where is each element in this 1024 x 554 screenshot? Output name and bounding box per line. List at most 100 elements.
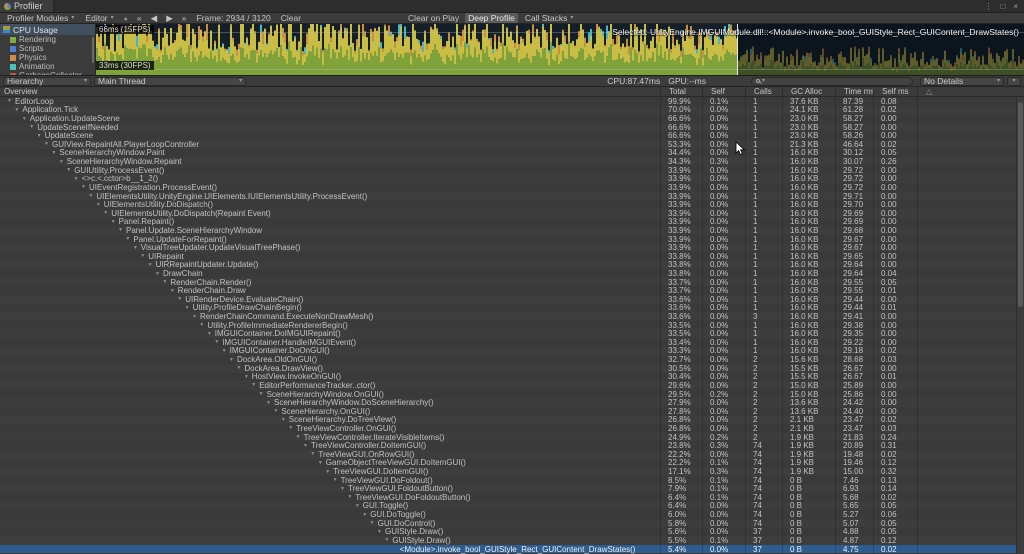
call-stacks-dropdown[interactable]: Call Stacks ▾ (521, 13, 578, 23)
close-icon[interactable]: × (1013, 2, 1018, 11)
table-row[interactable]: ▼ SceneHierarchy.DoTreeView() 26.8% 0.0% 2 2.… (0, 415, 1024, 424)
foldout-icon[interactable]: ▼ (168, 288, 177, 294)
foldout-icon[interactable]: ▼ (234, 365, 243, 371)
legend-item-rendering[interactable]: Rendering (0, 35, 95, 44)
table-row[interactable]: ▼ Panel.UpdateForRepaint() 33.9% 0.0% 1 16.0 … (0, 235, 1024, 244)
table-row[interactable]: ▼ UIElementsUtility.UnityEngine.UIElement… (0, 192, 1024, 201)
foldout-icon[interactable]: ▼ (308, 451, 317, 457)
table-row[interactable]: ▼ SceneHierarchy.OnGUI() 27.8% 0.0% 2 13.6 KB… (0, 407, 1024, 416)
table-row[interactable]: ▼ DockArea.OldOnGUI() 32.7% 0.0% 2 15.6 KB 28.… (0, 355, 1024, 364)
table-row[interactable]: ▼ <>c.<.cctor>b__1_2() 33.9% 0.0% 1 16.0 KB 29… (0, 174, 1024, 183)
table-row[interactable]: ▼ TreeViewController.IterateVisibleItems(… (0, 433, 1024, 442)
foldout-icon[interactable]: ▼ (27, 124, 36, 130)
table-row[interactable]: ▼ IMGUIContainer.DoIMGUIRepaint() 33.5% 0.0… (0, 329, 1024, 338)
table-row[interactable]: ▼ UIRepaint 33.8% 0.0% 1 16.0 KB 29.65 0.00 (0, 252, 1024, 261)
foldout-icon[interactable]: ▼ (227, 357, 236, 363)
table-row[interactable]: ▼ UIElementsUtility.DoDispatch() 33.9% 0.0%… (0, 200, 1024, 209)
foldout-icon[interactable]: ▼ (345, 494, 354, 500)
maximize-icon[interactable]: □ (1000, 2, 1005, 11)
table-row[interactable]: ▼ Application.UpdateScene 66.6% 0.0% 1 23.0 K… (0, 114, 1024, 123)
table-row[interactable]: ▼ SceneHierarchyWindow.OnGUI() 29.5% 0.2% 2 1… (0, 390, 1024, 399)
table-row[interactable]: ▼ TreeViewController.DoItemGUI() 23.8% 0.3%… (0, 441, 1024, 450)
foldout-icon[interactable]: ▼ (212, 339, 221, 345)
table-row[interactable]: ▼ GUIUtility.ProcessEvent() 33.9% 0.0% 1 16.0… (0, 166, 1024, 175)
table-row[interactable]: ▼ SceneHierarchyWindow.Repaint 34.3% 0.3% 1 1… (0, 157, 1024, 166)
foldout-icon[interactable]: ▼ (368, 520, 377, 526)
table-row[interactable]: ▼ RenderChain.Draw 33.7% 0.0% 1 16.0 KB 29.55 0… (0, 286, 1024, 295)
foldout-icon[interactable]: ▼ (20, 116, 29, 122)
foldout-icon[interactable]: ▼ (94, 202, 103, 208)
table-row[interactable]: <Module>.invoke_bool_GUIStyle_Rect_GUICo… (0, 545, 1024, 554)
column-time-ms[interactable]: Time ms ▾ (835, 87, 873, 96)
column-gc-alloc[interactable]: GC Alloc (782, 87, 835, 96)
foldout-icon[interactable]: ▼ (301, 443, 310, 449)
foldout-icon[interactable]: ▼ (249, 382, 258, 388)
foldout-icon[interactable]: ▼ (338, 486, 347, 492)
table-row[interactable]: ▼ GUI.DoToggle() 6.0% 0.0% 74 0 B 5.27 0.06 (0, 510, 1024, 519)
record-button[interactable]: ● (121, 13, 131, 23)
table-row[interactable]: ▼ Application.Tick 70.0% 0.0% 1 24.1 KB 61.28 0… (0, 105, 1024, 114)
deep-profile-toggle[interactable]: Deep Profile (465, 13, 518, 23)
cpu-chart[interactable]: 66ms (15FPS) 33ms (30FPS) Selected: Unit… (96, 24, 1024, 75)
foldout-icon[interactable]: ▼ (86, 193, 95, 199)
foldout-icon[interactable]: ▼ (242, 374, 251, 380)
foldout-icon[interactable]: ▼ (257, 391, 266, 397)
foldout-icon[interactable]: ▼ (375, 529, 384, 535)
foldout-icon[interactable]: ▼ (138, 253, 147, 259)
first-frame-button[interactable]: « (134, 13, 145, 23)
foldout-icon[interactable]: ▼ (160, 279, 169, 285)
foldout-icon[interactable]: ▼ (64, 167, 73, 173)
column-warnings[interactable]: △ (917, 87, 1024, 96)
column-overview[interactable]: Overview (0, 87, 660, 96)
table-row[interactable]: ▼ TreeViewGUI.DoItemGUI() 17.1% 0.3% 74 1.9 K… (0, 467, 1024, 476)
table-row[interactable]: ▼ GUI.DoControl() 5.8% 0.0% 74 0 B 5.07 0.05 (0, 519, 1024, 528)
vertical-scrollbar[interactable] (1016, 97, 1024, 554)
table-row[interactable]: ▼ UIRenderDevice.EvaluateChain() 33.6% 0.0%… (0, 295, 1024, 304)
foldout-icon[interactable]: ▼ (12, 107, 21, 113)
foldout-icon[interactable]: ▼ (382, 537, 391, 543)
foldout-icon[interactable]: ▼ (175, 296, 184, 302)
table-row[interactable]: ▼ IMGUIContainer.HandleIMGUIEvent() 33.4% 0… (0, 338, 1024, 347)
next-frame-button[interactable]: ▶ (163, 13, 176, 24)
foldout-icon[interactable]: ▼ (331, 477, 340, 483)
table-row[interactable]: ▼ GUI.Toggle() 6.4% 0.0% 74 0 B 5.65 0.05 (0, 501, 1024, 510)
foldout-icon[interactable]: ▼ (123, 236, 132, 242)
table-row[interactable]: ▼ TreeViewGUI.DoFoldout() 8.5% 0.1% 74 0 B 7.4… (0, 476, 1024, 485)
table-row[interactable]: ▼ Utility.ProfileDrawChainBegin() 33.6% 0.0… (0, 303, 1024, 312)
search-input[interactable] (767, 76, 908, 86)
table-row[interactable]: ▼ Panel.Update.SceneHierarchyWindow 33.9% 0… (0, 226, 1024, 235)
table-row[interactable]: ▼ UIElementsUtility.DoDispatch(Repaint Ev… (0, 209, 1024, 218)
table-row[interactable]: ▼ SceneHierarchyWindow.DoSceneHierarchy()… (0, 398, 1024, 407)
legend-item-physics[interactable]: Physics (0, 53, 95, 62)
details-dropdown[interactable]: No Details ▾ (920, 76, 1004, 86)
table-row[interactable]: ▼ DockArea.DrawView() 30.5% 0.0% 2 15.5 KB 26.… (0, 364, 1024, 373)
menu-icon[interactable]: ⋮ (984, 2, 992, 11)
clear-button[interactable]: Clear (278, 13, 304, 23)
foldout-icon[interactable]: ▼ (153, 271, 162, 277)
foldout-icon[interactable]: ▼ (42, 141, 51, 147)
legend-item-garbagecollector[interactable]: GarbageCollector (0, 71, 95, 75)
table-row[interactable]: ▼ IMGUIContainer.DoOnGUI() 33.3% 0.0% 1 16.0 … (0, 346, 1024, 355)
table-row[interactable]: ▼ GameObjectTreeViewGUI.DoItemGUI() 22.2% 0… (0, 458, 1024, 467)
table-row[interactable]: ▼ RenderChain.Render() 33.7% 0.0% 1 16.0 KB 29… (0, 278, 1024, 287)
last-frame-button[interactable]: » (179, 13, 190, 23)
column-total[interactable]: Total (660, 87, 702, 96)
table-row[interactable]: ▼ EditorPerformanceTracker..ctor() 29.6% 0.… (0, 381, 1024, 390)
search-field[interactable]: ▾ (751, 76, 913, 86)
foldout-icon[interactable]: ▼ (146, 262, 155, 268)
table-row[interactable]: ▼ Utility.ProfileImmediateRendererBegin()… (0, 321, 1024, 330)
table-row[interactable]: ▼ UpdateScene 66.6% 0.0% 1 23.0 KB 58.26 0.00 (0, 131, 1024, 140)
foldout-icon[interactable]: ▼ (72, 176, 81, 182)
foldout-icon[interactable]: ▼ (5, 98, 14, 104)
foldout-icon[interactable]: ▼ (49, 150, 58, 156)
foldout-icon[interactable]: ▼ (353, 503, 362, 509)
column-self[interactable]: Self (702, 87, 745, 96)
foldout-icon[interactable]: ▼ (109, 219, 118, 225)
table-row[interactable]: ▼ TreeViewGUI.OnRowGUI() 22.2% 0.0% 74 1.9 KB… (0, 450, 1024, 459)
table-row[interactable]: ▼ EditorLoop 99.9% 0.1% 1 37.6 KB 87.39 0.08 (0, 97, 1024, 106)
table-row[interactable]: ▼ HostView.InvokeOnGUI() 30.4% 0.0% 2 15.5 KB… (0, 372, 1024, 381)
foldout-icon[interactable]: ▼ (197, 322, 206, 328)
foldout-icon[interactable]: ▼ (316, 460, 325, 466)
legend-item-animation[interactable]: Animation (0, 62, 95, 71)
prev-frame-button[interactable]: ◀ (148, 13, 161, 24)
